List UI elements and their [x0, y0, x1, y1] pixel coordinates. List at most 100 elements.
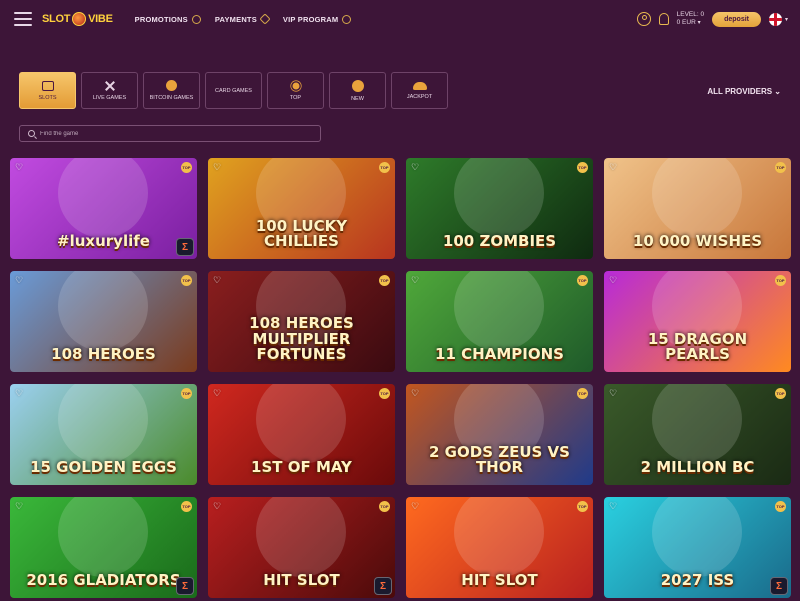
- artwork-shape: [454, 271, 544, 351]
- top-badge: TOP: [775, 501, 786, 512]
- heart-icon[interactable]: ♡: [609, 388, 617, 399]
- language-flag-icon[interactable]: [768, 12, 782, 26]
- chevron-down-icon: ⌄: [774, 87, 781, 96]
- heart-icon[interactable]: ♡: [411, 162, 419, 173]
- heart-icon[interactable]: ♡: [411, 501, 419, 512]
- tab-new[interactable]: NEW: [329, 72, 386, 109]
- cards-cross-icon: [104, 81, 116, 91]
- game-tile[interactable]: ♡ TOP #luxurylife Σ: [10, 158, 197, 259]
- game-tile[interactable]: ♡ TOP 10 000 WISHES: [604, 158, 791, 259]
- heart-icon[interactable]: ♡: [411, 275, 419, 286]
- main-nav: PROMOTIONS PAYMENTS VIP PROGRAM: [135, 13, 352, 25]
- tab-label: CARD GAMES: [215, 87, 252, 94]
- tab-label: TOP: [289, 94, 302, 101]
- game-tile[interactable]: ♡ TOP 15 DRAGON PEARLS: [604, 271, 791, 372]
- game-title: 10 000 WISHES: [632, 232, 763, 251]
- top-badge: TOP: [379, 275, 390, 286]
- game-tile[interactable]: ♡ TOP 100 LUCKY CHILLIES: [208, 158, 395, 259]
- game-title: HIT SLOT: [461, 571, 538, 590]
- game-tile[interactable]: ♡ TOP 2016 GLADIATORS Σ: [10, 497, 197, 598]
- tab-live-games[interactable]: LIVE GAMES: [81, 72, 138, 109]
- account-level[interactable]: LEVEL: 0 0 EUR ▾: [677, 11, 704, 27]
- deposit-button[interactable]: deposit: [712, 11, 761, 27]
- heart-icon[interactable]: ♡: [411, 388, 419, 399]
- heart-icon[interactable]: ♡: [15, 388, 23, 399]
- site-logo[interactable]: SLOT VIBE: [42, 12, 113, 26]
- top-badge: TOP: [379, 388, 390, 399]
- tab-slots[interactable]: SLOTS: [19, 72, 76, 109]
- heart-icon[interactable]: ♡: [15, 162, 23, 173]
- nav-vip-program[interactable]: VIP PROGRAM: [282, 14, 352, 24]
- top-badge: TOP: [577, 162, 588, 173]
- game-tile[interactable]: ♡ TOP 2 GODS ZEUS VS THOR: [406, 384, 593, 485]
- game-tile[interactable]: ♡ TOP 15 GOLDEN EGGS: [10, 384, 197, 485]
- heart-icon[interactable]: ♡: [609, 501, 617, 512]
- game-title: 2 GODS ZEUS VS THOR: [429, 442, 570, 477]
- game-tile[interactable]: ♡ TOP 2027 ISS Σ: [604, 497, 791, 598]
- game-tile[interactable]: ♡ TOP 1ST OF MAY: [208, 384, 395, 485]
- game-title: 2016 GLADIATORS: [26, 571, 181, 590]
- logo-text-right: VIBE: [88, 13, 113, 25]
- game-title: 100 ZOMBIES: [442, 232, 557, 251]
- game-title: 15 GOLDEN EGGS: [30, 458, 177, 477]
- heart-icon[interactable]: ♡: [15, 501, 23, 512]
- game-title: 108 HEROES: [51, 345, 156, 364]
- tab-card-games[interactable]: CARD GAMES: [205, 72, 262, 109]
- tab-bitcoin-games[interactable]: BITCOIN GAMES: [143, 72, 200, 109]
- level-text: LEVEL: 0: [676, 11, 705, 18]
- tab-jackpot[interactable]: JACKPOT: [391, 72, 448, 109]
- top-badge: TOP: [379, 501, 390, 512]
- provider-logo-icon: Σ: [374, 577, 392, 595]
- artwork-shape: [58, 271, 148, 351]
- top-badge: TOP: [775, 275, 786, 286]
- search-icon: [28, 130, 35, 137]
- heart-icon[interactable]: ♡: [213, 388, 221, 399]
- heart-icon[interactable]: ♡: [213, 275, 221, 286]
- game-tile[interactable]: ♡ TOP 108 HEROES: [10, 271, 197, 372]
- nav-payments[interactable]: PAYMENTS: [215, 13, 271, 25]
- sun-icon: [292, 82, 299, 89]
- tab-label: LIVE GAMES: [92, 94, 127, 101]
- game-tile[interactable]: ♡ TOP 11 CHAMPIONS: [406, 271, 593, 372]
- heart-icon[interactable]: ♡: [609, 275, 617, 286]
- slots-icon: [41, 80, 54, 91]
- top-badge: TOP: [577, 275, 588, 286]
- tab-top[interactable]: TOP: [267, 72, 324, 109]
- top-badge: TOP: [181, 162, 192, 173]
- top-badge: TOP: [181, 388, 192, 399]
- artwork-shape: [256, 497, 346, 577]
- artwork-shape: [58, 384, 148, 464]
- logo-text-left: SLOT: [42, 13, 71, 25]
- providers-dropdown[interactable]: ALL PROVIDERS ⌄: [707, 87, 781, 96]
- gift-icon: [191, 14, 201, 24]
- hat-icon: [412, 81, 427, 90]
- top-badge: TOP: [775, 388, 786, 399]
- heart-icon[interactable]: ♡: [15, 275, 23, 286]
- user-icon[interactable]: [636, 12, 651, 26]
- game-tile[interactable]: ♡ TOP HIT SLOT: [406, 497, 593, 598]
- menu-icon[interactable]: [14, 12, 32, 26]
- heart-icon[interactable]: ♡: [213, 162, 221, 173]
- bitcoin-icon: [166, 80, 177, 91]
- search-input[interactable]: [40, 130, 310, 137]
- game-title: 2 MILLION BC: [640, 458, 755, 477]
- heart-icon[interactable]: ♡: [609, 162, 617, 173]
- game-tile[interactable]: ♡ TOP 100 ZOMBIES: [406, 158, 593, 259]
- game-tile[interactable]: ♡ TOP HIT SLOT Σ: [208, 497, 395, 598]
- game-title: HIT SLOT: [263, 571, 340, 590]
- providers-label: ALL PROVIDERS: [707, 87, 773, 96]
- balance-text: 0 EUR: [676, 19, 696, 26]
- new-icon: [351, 79, 364, 92]
- artwork-shape: [652, 384, 742, 464]
- bell-icon[interactable]: [658, 13, 669, 25]
- nav-label: VIP PROGRAM: [282, 14, 339, 24]
- game-tile[interactable]: ♡ TOP 2 MILLION BC: [604, 384, 791, 485]
- provider-logo-icon: Σ: [176, 577, 194, 595]
- header-actions: LEVEL: 0 0 EUR ▾ deposit ▾: [636, 11, 788, 27]
- category-tabs: SLOTS LIVE GAMES BITCOIN GAMES CARD GAME…: [19, 72, 448, 109]
- nav-promotions[interactable]: PROMOTIONS: [135, 14, 201, 24]
- chevron-down-icon[interactable]: ▾: [785, 16, 788, 23]
- game-title: #luxurylife: [57, 232, 150, 251]
- game-tile[interactable]: ♡ TOP 108 HEROES MULTIPLIER FORTUNES: [208, 271, 395, 372]
- heart-icon[interactable]: ♡: [213, 501, 221, 512]
